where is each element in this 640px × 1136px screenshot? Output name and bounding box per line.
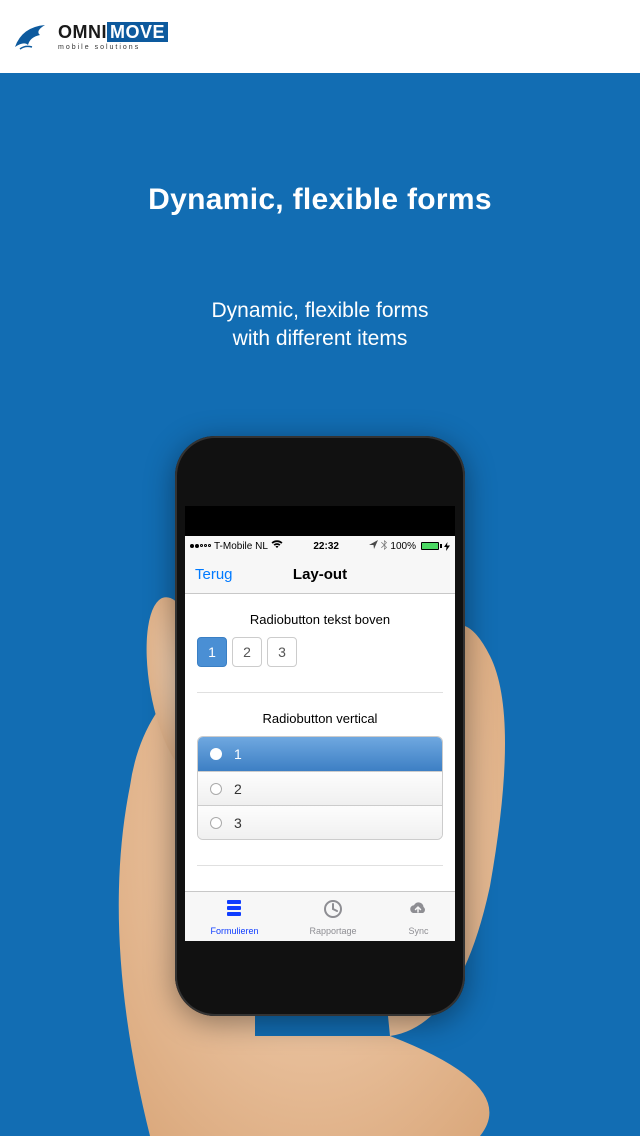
logo-text: OMNIMOVE — [58, 22, 168, 42]
back-button[interactable]: Terug — [185, 566, 233, 583]
seg-option-1[interactable]: 1 — [197, 637, 227, 667]
tab-label: Formulieren — [210, 926, 258, 936]
logo-bar: OMNIMOVE mobile solutions — [0, 0, 640, 73]
radio-icon — [210, 817, 222, 829]
tab-formulieren[interactable]: Formulieren — [210, 898, 258, 936]
battery-pct: 100% — [390, 541, 416, 552]
tab-label: Rapportage — [309, 926, 356, 936]
nav-bar: Terug Lay-out — [185, 556, 455, 594]
section2-label: Radiobutton vertical — [197, 711, 443, 726]
vradio-label: 2 — [234, 781, 242, 797]
logo-tagline: mobile solutions — [58, 44, 168, 51]
divider — [197, 692, 443, 693]
clock-icon — [322, 898, 344, 924]
forms-icon — [223, 898, 245, 924]
seg-option-2[interactable]: 2 — [232, 637, 262, 667]
logo-text-wrap: OMNIMOVE mobile solutions — [58, 22, 168, 51]
logo-box: MOVE — [107, 22, 168, 42]
phone-device: T-Mobile NL 22:32 100% — [175, 436, 465, 1016]
carrier-text: T-Mobile NL — [214, 541, 268, 552]
cloud-icon — [407, 898, 429, 924]
tab-bar: Formulieren Rapportage Sync — [185, 891, 455, 941]
status-bar: T-Mobile NL 22:32 100% — [185, 536, 455, 556]
wifi-icon — [271, 540, 283, 552]
signal-icon — [190, 544, 211, 548]
section1-label: Radiobutton tekst boven — [197, 612, 443, 627]
vradio-label: 1 — [234, 746, 242, 762]
phone-screen: T-Mobile NL 22:32 100% — [185, 536, 455, 941]
status-left: T-Mobile NL — [190, 540, 283, 552]
logo: OMNIMOVE mobile solutions — [10, 17, 168, 57]
hand-holding-phone: T-Mobile NL 22:32 100% — [40, 436, 600, 1136]
content-area: Radiobutton tekst boven 1 2 3 Radiobutto… — [185, 594, 455, 891]
tab-rapportage[interactable]: Rapportage — [309, 898, 356, 936]
segmented-row: 1 2 3 — [197, 637, 443, 667]
hero-headline: Dynamic, flexible forms — [0, 183, 640, 217]
phone-black-bar — [185, 506, 455, 536]
vradio-option-1[interactable]: 1 — [198, 737, 442, 771]
radio-icon — [210, 783, 222, 795]
hero-sub2: with different items — [233, 327, 408, 350]
bluetooth-icon — [381, 540, 387, 553]
status-right: 100% — [369, 540, 450, 553]
hero-section: Dynamic, flexible forms Dynamic, flexibl… — [0, 73, 640, 1136]
seg-option-3[interactable]: 3 — [267, 637, 297, 667]
tab-sync[interactable]: Sync — [407, 898, 429, 936]
vradio-option-3[interactable]: 3 — [198, 805, 442, 839]
radio-icon — [210, 748, 222, 760]
battery-icon — [419, 542, 450, 551]
vertical-radio-list: 1 2 3 — [197, 736, 443, 840]
tab-label: Sync — [408, 926, 428, 936]
vradio-label: 3 — [234, 815, 242, 831]
hero-subtext: Dynamic, flexible forms with different i… — [0, 297, 640, 354]
nav-title: Lay-out — [293, 566, 347, 583]
location-icon — [369, 540, 378, 552]
logo-bird-icon — [10, 17, 50, 57]
hero-sub1: Dynamic, flexible forms — [211, 299, 428, 322]
logo-prefix: OMNI — [58, 22, 107, 42]
divider — [197, 865, 443, 866]
status-time: 22:32 — [313, 541, 339, 552]
vradio-option-2[interactable]: 2 — [198, 771, 442, 805]
